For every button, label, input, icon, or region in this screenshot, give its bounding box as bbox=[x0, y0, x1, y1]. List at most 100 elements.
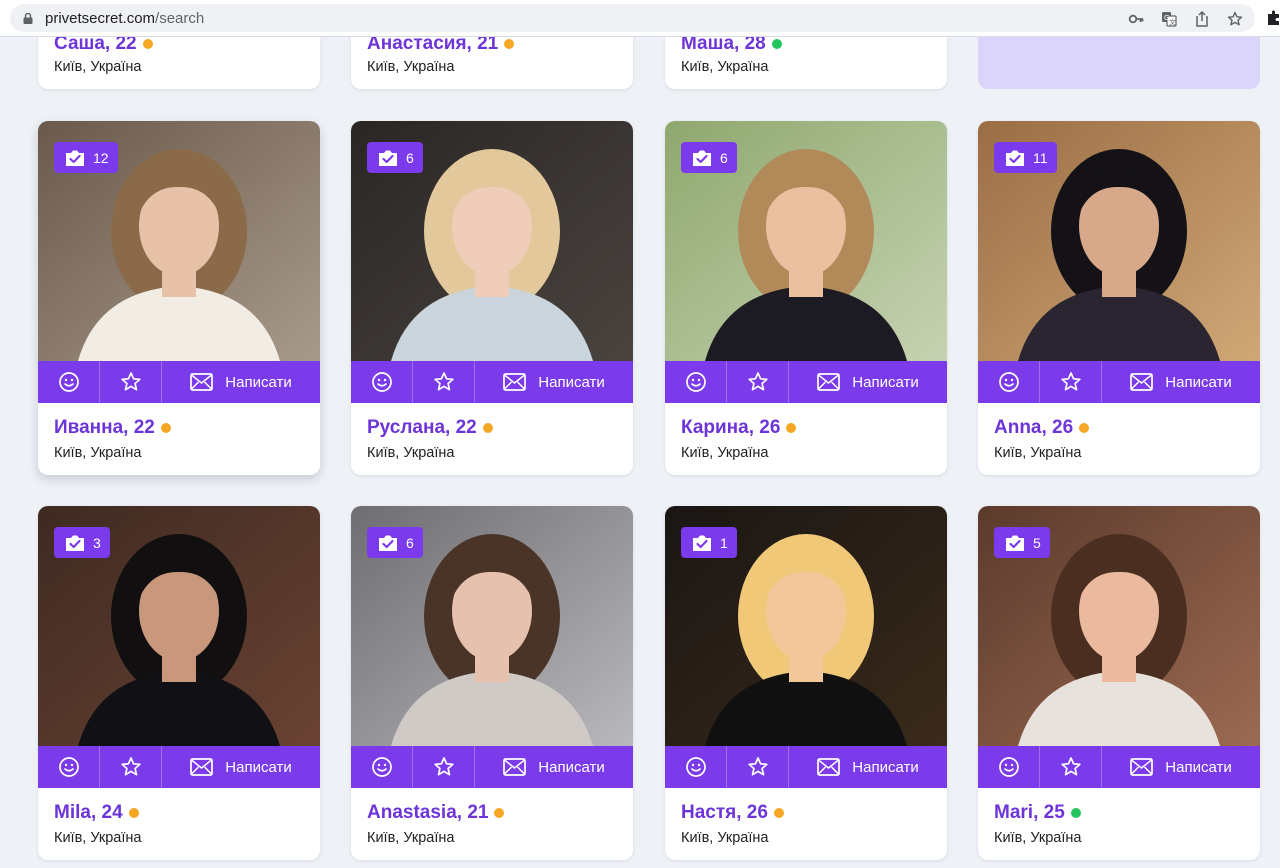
photo-count: 3 bbox=[93, 534, 101, 551]
photo-count-badge[interactable]: 6 bbox=[681, 142, 737, 173]
profile-name[interactable]: Anastasia, 21 bbox=[367, 802, 617, 824]
profile-name[interactable]: Карина, 26 bbox=[681, 417, 931, 439]
smile-icon bbox=[371, 757, 392, 777]
profile-card-2[interactable]: 6 Написати Руслана, 22 Київ, Україна bbox=[351, 121, 633, 475]
write-message-button[interactable]: Написати bbox=[475, 746, 633, 788]
profile-photo[interactable]: 6 bbox=[665, 121, 947, 361]
profile-photo[interactable]: 3 bbox=[38, 506, 320, 746]
photo-count-badge[interactable]: 6 bbox=[367, 527, 423, 558]
profile-name-text: Руслана, 22 bbox=[367, 417, 477, 438]
wink-button[interactable] bbox=[38, 361, 100, 403]
write-message-button[interactable]: Написати bbox=[162, 746, 320, 788]
profile-city: Київ, Україна bbox=[367, 445, 455, 461]
star-icon bbox=[120, 372, 141, 391]
envelope-icon bbox=[817, 758, 841, 776]
profile-photo[interactable]: 6 bbox=[351, 506, 633, 746]
photo-check-icon bbox=[66, 150, 84, 166]
card-action-bar: Написати bbox=[978, 361, 1260, 403]
wink-button[interactable] bbox=[665, 361, 727, 403]
wink-button[interactable] bbox=[978, 746, 1040, 788]
photo-count-badge[interactable]: 11 bbox=[994, 142, 1057, 173]
profile-info: Настя, 26 Київ, Україна bbox=[665, 788, 947, 860]
favorite-button[interactable] bbox=[727, 746, 789, 788]
extension-icon[interactable] bbox=[1266, 10, 1280, 26]
card-action-bar: Написати bbox=[665, 746, 947, 788]
photo-count-badge[interactable]: 12 bbox=[54, 142, 118, 173]
smile-icon bbox=[998, 372, 1019, 392]
profile-card-8[interactable]: 5 Написати Mari, 25 Київ, Україна bbox=[978, 506, 1260, 860]
profile-card-top-2[interactable]: Анастасия, 21 Київ, Україна bbox=[351, 33, 633, 89]
write-message-button[interactable]: Написати bbox=[1102, 746, 1260, 788]
wink-button[interactable] bbox=[978, 361, 1040, 403]
favorite-button[interactable] bbox=[100, 746, 162, 788]
wink-button[interactable] bbox=[351, 361, 413, 403]
address-bar[interactable]: privetsecret.com/search G 文 bbox=[10, 4, 1255, 32]
profile-name-text: Anastasia, 21 bbox=[367, 802, 489, 823]
status-dot bbox=[1079, 423, 1090, 433]
profile-city: Київ, Україна bbox=[54, 830, 142, 846]
favorite-button[interactable] bbox=[413, 746, 475, 788]
profile-card-3[interactable]: 6 Написати Карина, 26 Київ, Україна bbox=[665, 121, 947, 475]
key-icon[interactable] bbox=[1128, 11, 1144, 27]
status-dot bbox=[482, 423, 493, 433]
promo-card[interactable] bbox=[978, 37, 1260, 89]
write-message-button[interactable]: Написати bbox=[475, 361, 633, 403]
profile-card-4[interactable]: 11 Написати Anna, 26 Київ, Україна bbox=[978, 121, 1260, 475]
share-icon[interactable] bbox=[1194, 11, 1210, 27]
card-action-bar: Написати bbox=[38, 361, 320, 403]
photo-count-badge[interactable]: 1 bbox=[681, 527, 737, 558]
photo-check-icon bbox=[379, 535, 397, 551]
write-message-label: Написати bbox=[1165, 758, 1232, 776]
status-dot bbox=[1070, 808, 1081, 818]
profile-name-text: Mari, 25 bbox=[994, 802, 1065, 823]
bookmark-star-icon[interactable] bbox=[1227, 11, 1243, 27]
profile-city: Київ, Україна bbox=[681, 59, 769, 75]
star-icon bbox=[1060, 757, 1081, 776]
profile-card-5[interactable]: 3 Написати Mila, 24 Київ, Україна bbox=[38, 506, 320, 860]
wink-button[interactable] bbox=[665, 746, 727, 788]
favorite-button[interactable] bbox=[1040, 361, 1102, 403]
profile-photo[interactable]: 12 bbox=[38, 121, 320, 361]
profile-photo[interactable]: 5 bbox=[978, 506, 1260, 746]
write-message-label: Написати bbox=[852, 373, 919, 391]
photo-count: 6 bbox=[720, 149, 728, 166]
envelope-icon bbox=[1130, 758, 1154, 776]
write-message-button[interactable]: Написати bbox=[1102, 361, 1260, 403]
profile-photo[interactable]: 11 bbox=[978, 121, 1260, 361]
favorite-button[interactable] bbox=[1040, 746, 1102, 788]
wink-button[interactable] bbox=[351, 746, 413, 788]
profile-name[interactable]: Mari, 25 bbox=[994, 802, 1244, 824]
favorite-button[interactable] bbox=[413, 361, 475, 403]
profile-card-7[interactable]: 1 Написати Настя, 26 Київ, Україна bbox=[665, 506, 947, 860]
smile-icon bbox=[685, 757, 706, 777]
photo-count-badge[interactable]: 6 bbox=[367, 142, 423, 173]
profile-card-top-3[interactable]: Маша, 28 Київ, Україна bbox=[665, 33, 947, 89]
photo-count: 11 bbox=[1033, 149, 1048, 166]
favorite-button[interactable] bbox=[100, 361, 162, 403]
star-icon bbox=[120, 757, 141, 776]
wink-button[interactable] bbox=[38, 746, 100, 788]
status-dot bbox=[160, 423, 171, 433]
profile-name[interactable]: Anna, 26 bbox=[994, 417, 1244, 439]
profile-name[interactable]: Иванна, 22 bbox=[54, 417, 304, 439]
translate-icon[interactable]: G 文 bbox=[1161, 11, 1177, 27]
write-message-button[interactable]: Написати bbox=[162, 361, 320, 403]
profile-name[interactable]: Руслана, 22 bbox=[367, 417, 617, 439]
write-message-button[interactable]: Написати bbox=[789, 746, 947, 788]
write-message-label: Написати bbox=[1165, 373, 1232, 391]
profile-photo[interactable]: 1 bbox=[665, 506, 947, 746]
photo-count-badge[interactable]: 3 bbox=[54, 527, 110, 558]
photo-count-badge[interactable]: 5 bbox=[994, 527, 1050, 558]
favorite-button[interactable] bbox=[727, 361, 789, 403]
photo-count: 12 bbox=[93, 149, 109, 166]
profile-name[interactable]: Mila, 24 bbox=[54, 802, 304, 824]
profile-name[interactable]: Настя, 26 bbox=[681, 802, 931, 824]
profile-card-6[interactable]: 6 Написати Anastasia, 21 Київ, Україна bbox=[351, 506, 633, 860]
write-message-button[interactable]: Написати bbox=[789, 361, 947, 403]
profile-photo[interactable]: 6 bbox=[351, 121, 633, 361]
profile-card-top-1[interactable]: Саша, 22 Київ, Україна bbox=[38, 33, 320, 89]
profile-card-1[interactable]: 12 Написати Иванна, 22 Київ, Україна bbox=[38, 121, 320, 475]
status-dot bbox=[771, 39, 782, 49]
photo-check-icon bbox=[66, 535, 84, 551]
smile-icon bbox=[371, 372, 392, 392]
